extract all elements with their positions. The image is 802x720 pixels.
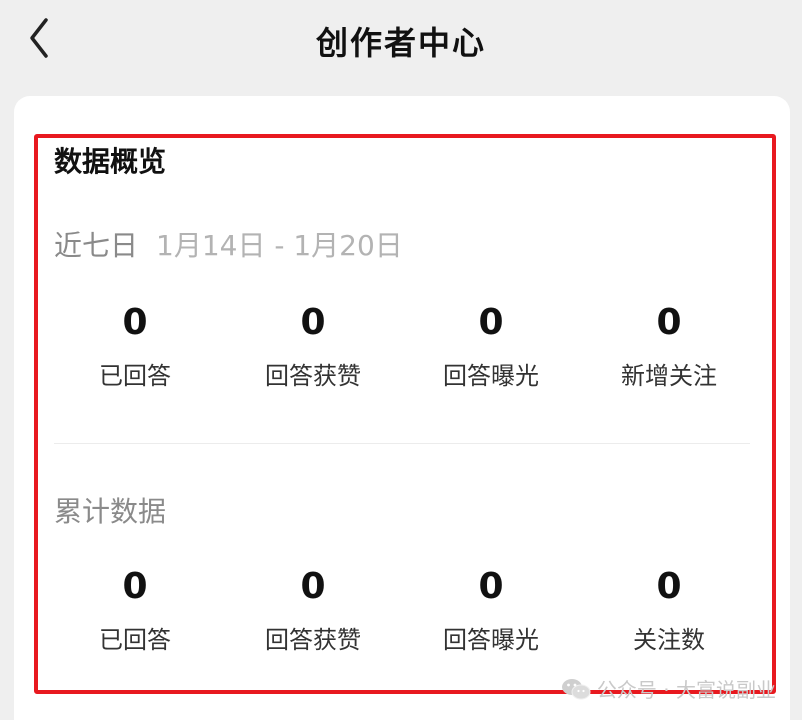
recent-period: 近七日 1月14日 - 1月20日: [54, 224, 403, 264]
stat-label: 已回答: [99, 362, 171, 390]
stat-total-answer-likes[interactable]: 0 回答获赞: [224, 564, 402, 656]
stat-label: 回答获赞: [265, 626, 361, 654]
stat-label: 新增关注: [621, 362, 717, 390]
recent-stats-row: 0 已回答 0 回答获赞 0 回答曝光 0 新增关注: [46, 300, 758, 392]
stat-value: 0: [122, 566, 148, 607]
date-range: 1月14日 - 1月20日: [156, 229, 403, 262]
recent-period-label: 近七日: [54, 229, 139, 262]
stat-label: 回答曝光: [443, 362, 539, 390]
watermark-text: 公众号 · 大富说副业: [596, 678, 776, 702]
stat-value: 0: [656, 302, 682, 343]
stat-follower-count[interactable]: 0 关注数: [580, 564, 758, 656]
wechat-icon: [561, 678, 591, 699]
stat-answer-likes[interactable]: 0 回答获赞: [224, 300, 402, 392]
stat-answered[interactable]: 0 已回答: [46, 300, 224, 392]
stat-label: 关注数: [633, 626, 705, 654]
stat-new-followers[interactable]: 0 新增关注: [580, 300, 758, 392]
stat-label: 回答获赞: [265, 362, 361, 390]
stat-answer-exposure[interactable]: 0 回答曝光: [402, 300, 580, 392]
stat-total-answer-exposure[interactable]: 0 回答曝光: [402, 564, 580, 656]
stat-value: 0: [300, 566, 326, 607]
stat-value: 0: [478, 566, 504, 607]
divider: [54, 443, 750, 444]
page-title: 创作者中心: [315, 24, 486, 62]
watermark: 公众号 · 大富说副业: [561, 674, 776, 703]
section-title: 数据概览: [54, 145, 167, 178]
cumulative-label: 累计数据: [54, 495, 167, 528]
stat-value: 0: [656, 566, 682, 607]
stat-label: 已回答: [99, 626, 171, 654]
stat-total-answered[interactable]: 0 已回答: [46, 564, 224, 656]
stat-value: 0: [478, 302, 504, 343]
top-bar: 创作者中心: [0, 0, 802, 80]
stat-label: 回答曝光: [443, 626, 539, 654]
cumulative-stats-row: 0 已回答 0 回答获赞 0 回答曝光 0 关注数: [46, 564, 758, 656]
stat-value: 0: [300, 302, 326, 343]
stat-value: 0: [122, 302, 148, 343]
